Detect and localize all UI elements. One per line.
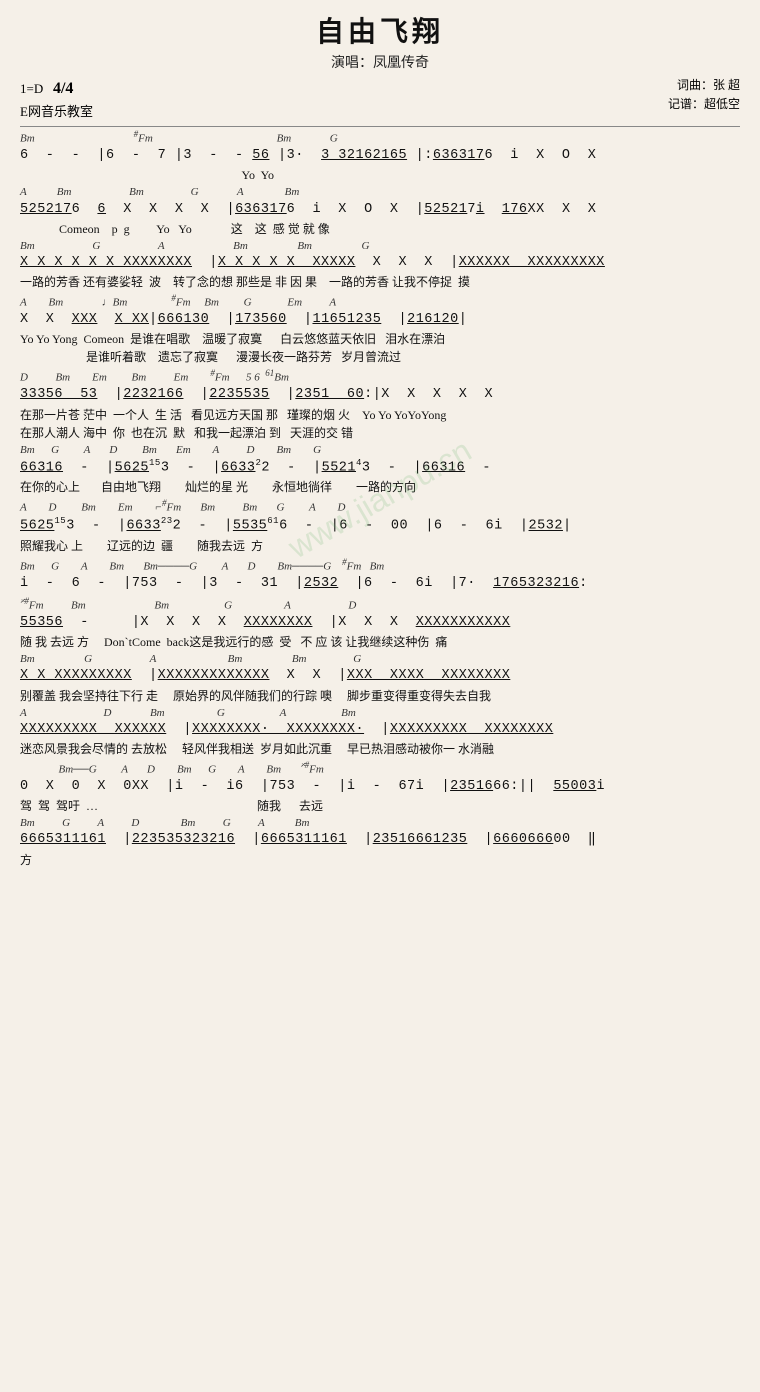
meta-right: 词曲：张 超 记谱：超低空	[668, 76, 740, 114]
lyric-s4a: Yo Yo Yong Comeon 是谁在唱歌 温暖了寂寞 白云悠悠蓝天依旧 泪…	[20, 330, 740, 348]
time-sig: 4/4	[53, 80, 73, 97]
performer: 演唱：凤凰传奇	[20, 52, 740, 72]
key-label: 1=D	[20, 81, 43, 96]
lyric-s4b: 是谁听着歌 遗忘了寂寞 漫漫长夜一路芬芳 岁月曾流过	[20, 348, 740, 366]
score-page: 自由飞翔 演唱：凤凰传奇 1=D 4/4 E网音乐教室 词曲：张 超 记谱：超低…	[0, 0, 760, 1392]
lyric-s7: 照耀我心 上 辽远的边 疆 随我去远 方	[20, 537, 740, 555]
lyricist: 词曲：张 超	[668, 76, 740, 95]
lyric-s2: Comeon p g Yo Yo 这 这 感 觉 就 像	[20, 220, 740, 238]
chord-s1: Bm #Fm Bm G	[20, 129, 740, 146]
chord-s5: D Bm Em Bm Em #Fm 5 6 61Bm	[20, 368, 740, 385]
notation-s13: 6665311161 |223535323216 |6665311161 |23…	[20, 830, 740, 850]
school-label: E网音乐教室	[20, 104, 93, 119]
title-section: 自由飞翔 演唱：凤凰传奇	[20, 10, 740, 72]
lyric-s13: 方	[20, 851, 740, 869]
section-7: A D Bm Em ⌐#Fm Bm Bm G A D 5625153 - |66…	[20, 498, 740, 555]
notation-s4: X X XXX X XX|666130 |173560 |11651235 |2…	[20, 310, 740, 330]
chord-s2: A Bm Bm G A Bm	[20, 186, 740, 199]
notation-author: 记谱：超低空	[668, 95, 740, 114]
lyric-s6: 在你的心上 自由地飞翔 灿烂的星 光 永恒地徜徉 一路的方向	[20, 478, 740, 496]
lyric-s9: 随 我 去远 方 Don`tCome back这是我远行的感 受 不 应 该 让…	[20, 633, 740, 651]
notation-s9: 55356 - |X X X X XXXXXXXX |X X X XXXXXXX…	[20, 613, 740, 633]
main-title: 自由飞翔	[20, 10, 740, 50]
chord-s8: Bm G A Bm Bm────G A D Bm────G #Fm Bm	[20, 557, 740, 574]
lyric-s12: 驾 驾 驾吁 … 随我 去远	[20, 797, 740, 815]
section-5: D Bm Em Bm Em #Fm 5 6 61Bm 33356 53 |223…	[20, 368, 740, 441]
chord-s10: Bm G A Bm Bm G	[20, 653, 740, 666]
notation-s2: 5252176 6 X X X X |6363176 i X O X |5252…	[20, 200, 740, 220]
lyric-s3: 一路的芳香 还有婆娑轻 波 转了念的想 那些是 非 因 果 一路的芳香 让我不停…	[20, 273, 740, 291]
notation-s3: X X X X X X XXXXXXXX |X X X X X XXXXX X …	[20, 253, 740, 273]
top-divider	[20, 126, 740, 127]
notation-s6: 66316 - |5625153 - |663322 - |552143 - |…	[20, 457, 740, 479]
meta-left: 1=D 4/4 E网音乐教室	[20, 76, 93, 122]
section-2: A Bm Bm G A Bm 5252176 6 X X X X |636317…	[20, 186, 740, 237]
chord-s3: Bm G A Bm Bm G	[20, 240, 740, 253]
chord-s12: Bm──G A D Bm G A Bm 𝄎#Fm	[20, 760, 740, 777]
section-4: A Bm ♩Bm #Fm Bm G Em A X X XXX X XX|6661…	[20, 293, 740, 366]
lyric-s10: 别覆盖 我会坚持往下行 走 原始界的风伴随我们的行踪 噢 脚步重变得重变得失去自…	[20, 687, 740, 705]
chord-s6: Bm G A D Bm Em A D Bm G	[20, 444, 740, 457]
section-3: Bm G A Bm Bm G X X X X X X XXXXXXXX |X X…	[20, 240, 740, 291]
meta-row: 1=D 4/4 E网音乐教室 词曲：张 超 记谱：超低空	[20, 76, 740, 122]
lyric-s5a: 在那一片苍 茫中 一个人 生 活 看见远方天国 那 瑾璨的烟 火 Yo Yo Y…	[20, 406, 740, 424]
section-12: Bm──G A D Bm G A Bm 𝄎#Fm 0 X 0 X 0XX |i …	[20, 760, 740, 815]
section-13: Bm G A D Bm G A Bm 6665311161 |223535323…	[20, 817, 740, 868]
lyric-s11: 迷恋风景我会尽情的 去放松 轻风伴我相送 岁月如此沉重 早已热泪感动被你一 水消…	[20, 740, 740, 758]
chord-s4: A Bm ♩Bm #Fm Bm G Em A	[20, 293, 740, 310]
section-11: A D Bm G A Bm XXXXXXXXX XXXXXX |XXXXXXXX…	[20, 707, 740, 758]
section-1: Bm #Fm Bm G 6 - - |6 - 7 |3 - - 56 |3· 3…	[20, 129, 740, 184]
section-9: 𝄎#Fm Bm Bm G A D 55356 - |X X X X XXXXXX…	[20, 596, 740, 651]
chord-s9: 𝄎#Fm Bm Bm G A D	[20, 596, 740, 613]
lyric-s1: Yo Yo	[20, 166, 740, 184]
chord-s7: A D Bm Em ⌐#Fm Bm Bm G A D	[20, 498, 740, 515]
section-6: Bm G A D Bm Em A D Bm G 66316 - |5625153…	[20, 444, 740, 497]
chord-s11: A D Bm G A Bm	[20, 707, 740, 720]
notation-s8: i - 6 - |753 - |3 - 31 |2532 |6 - 6i |7·…	[20, 574, 740, 594]
chord-s13: Bm G A D Bm G A Bm	[20, 817, 740, 830]
lyric-s5b: 在那人潮人 海中 你 也在沉 默 和我一起漂泊 到 天涯的交 错	[20, 424, 740, 442]
notation-s12: 0 X 0 X 0XX |i - i6 |753 - |i - 67i |235…	[20, 777, 740, 797]
notation-s7: 5625153 - |6633232 - |5535616 - |6 - 00 …	[20, 515, 740, 537]
section-10: Bm G A Bm Bm G X X XXXXXXXXX |XXXXXXXXXX…	[20, 653, 740, 704]
notation-s11: XXXXXXXXX XXXXXX |XXXXXXXX· XXXXXXXX· |X…	[20, 720, 740, 740]
notation-s1: 6 - - |6 - 7 |3 - - 56 |3· 3 32162165 |:…	[20, 146, 740, 166]
notation-s10: X X XXXXXXXXX |XXXXXXXXXXXXX X X |XXX XX…	[20, 666, 740, 686]
section-8: Bm G A Bm Bm────G A D Bm────G #Fm Bm i -…	[20, 557, 740, 594]
score-content: www.jianpu.cn Bm #Fm Bm G 6 - - |6 - 7 |…	[20, 129, 740, 868]
notation-s5: 33356 53 |2232166 |2235535 |2351 60:|X X…	[20, 385, 740, 405]
